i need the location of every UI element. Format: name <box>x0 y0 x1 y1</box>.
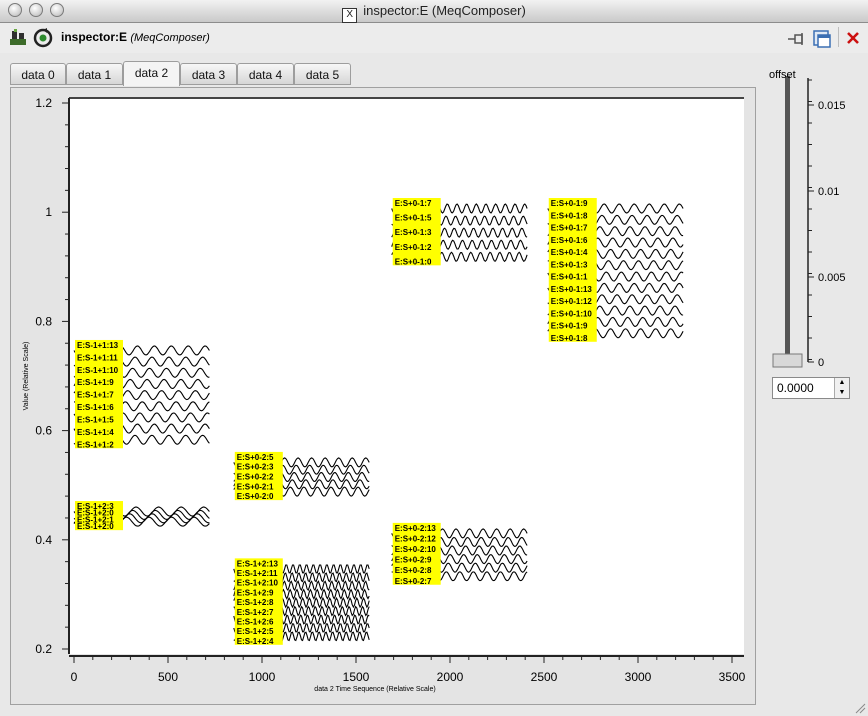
y-tick-label: 1 <box>45 205 52 219</box>
y-tick-label: 0.8 <box>35 314 52 328</box>
x-tick-label: 2500 <box>531 670 558 684</box>
x-tick-label: 1000 <box>249 670 276 684</box>
offset-scale-label: 0 <box>818 357 824 369</box>
trace-label: E:S+0-1:10 <box>551 309 593 318</box>
trace-label: E:S+0-2:3 <box>237 463 274 472</box>
trace-label: E:S-1+2:11 <box>237 569 278 578</box>
trace-label: E:S+0-1:7 <box>395 199 432 208</box>
trace-label: E:S-1+1:10 <box>77 366 119 375</box>
trace-label: E:S+0-2:10 <box>395 545 437 554</box>
trace-label: E:S+0-1:9 <box>551 322 588 331</box>
trace-label: E:S+0-2:12 <box>395 534 437 543</box>
offset-scale-label: 0.005 <box>818 272 846 284</box>
trace-label: E:S+0-2:8 <box>395 566 432 575</box>
y-tick-label: 0.6 <box>35 424 52 438</box>
trace-label: E:S-1+1:2 <box>77 440 114 449</box>
trace-label: E:S+0-1:7 <box>551 224 588 233</box>
offset-scale-label: 0.01 <box>818 186 839 198</box>
offset-scale-label: 0.015 <box>818 100 846 112</box>
y-tick-label: 0.2 <box>35 642 52 656</box>
spin-arrows[interactable]: ▲ ▼ <box>834 378 849 398</box>
trace-label: E:S-1+2:4 <box>237 637 274 646</box>
trace-label: E:S+0-1:6 <box>551 236 588 245</box>
x-tick-label: 1500 <box>343 670 370 684</box>
x-tick-label: 0 <box>71 670 78 684</box>
trace-label: E:S-1+2:13 <box>237 559 279 568</box>
trace-label: E:S+0-2:0 <box>237 492 274 501</box>
x-axis-label: data 2 Time Sequence (Relative Scale) <box>314 686 435 693</box>
y-tick-label: 0.4 <box>35 533 52 547</box>
offset-label: offset <box>769 69 796 81</box>
trace-label: E:S+0-1:3 <box>395 228 432 237</box>
x-tick-label: 3000 <box>625 670 652 684</box>
y-axis-label: Value (Relative Scale) <box>23 342 30 411</box>
trace-label: E:S-1+1:5 <box>77 415 114 424</box>
trace-label: E:S-1+2:6 <box>237 617 274 626</box>
trace-label: E:S-1+2:7 <box>237 608 274 617</box>
trace-label: E:S+0-2:9 <box>395 556 432 565</box>
trace-label: E:S+0-1:12 <box>551 297 593 306</box>
trace-label: E:S+0-2:1 <box>237 482 274 491</box>
trace-label: E:S+0-1:2 <box>395 243 432 252</box>
trace-label: E:S-1+1:6 <box>77 403 114 412</box>
y-tick-label: 1.2 <box>35 96 52 110</box>
trace-label: E:S-1+1:7 <box>77 391 114 400</box>
trace-label: E:S+0-1:4 <box>551 248 588 257</box>
trace-label: E:S+0-2:7 <box>395 577 432 586</box>
trace-label: E:S+0-1:8 <box>551 211 588 220</box>
trace-label: E:S+0-2:5 <box>237 453 274 462</box>
offset-value[interactable]: 0.0000 <box>777 381 814 395</box>
trace-label: E:S+0-1:5 <box>395 214 432 223</box>
trace-label: E:S+0-2:2 <box>237 473 274 482</box>
x-tick-label: 2000 <box>437 670 464 684</box>
offset-slider-handle[interactable] <box>772 353 803 368</box>
trace-label: E:S-1+1:4 <box>77 428 114 437</box>
trace-label: E:S+0-1:1 <box>551 273 588 282</box>
trace-label: E:S-1+2:10 <box>237 579 279 588</box>
trace-label: E:S-1+1:9 <box>77 378 114 387</box>
trace-label: E:S+0-1:0 <box>395 257 432 266</box>
x-tick-label: 500 <box>158 670 178 684</box>
trace-label: E:S+0-1:9 <box>551 199 588 208</box>
trace-label: E:S+0-2:13 <box>395 524 437 533</box>
offset-slider-track[interactable] <box>785 76 790 361</box>
resize-grip-icon[interactable] <box>854 702 866 714</box>
trace-label: E:S+0-1:3 <box>551 260 588 269</box>
trace-label: E:S-1+1:13 <box>77 341 119 350</box>
trace-label: E:S+0-1:8 <box>551 334 588 343</box>
trace-label: E:S-1+2:0 <box>77 522 114 531</box>
x-tick-label: 3500 <box>719 670 746 684</box>
chart-canvas[interactable]: 0 500 1000 1500 2000 2500 3000 3500 0.2 0.4 0.6 0.8… <box>0 0 868 716</box>
trace-label: E:S-1+2:5 <box>237 627 274 636</box>
trace-label: E:S-1+2:9 <box>237 588 274 597</box>
trace-label: E:S-1+1:11 <box>77 353 118 362</box>
offset-spinbox[interactable]: 0.0000 ▲ ▼ <box>772 377 850 399</box>
trace-label: E:S-1+2:8 <box>237 598 274 607</box>
trace-label: E:S+0-1:13 <box>551 285 593 294</box>
